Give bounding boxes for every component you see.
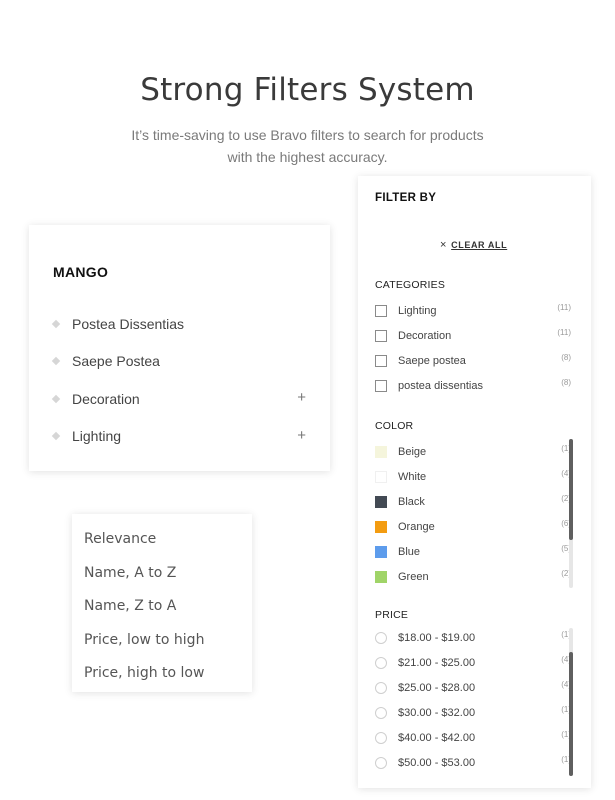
sort-option-price-desc[interactable]: Price, high to low: [84, 658, 204, 692]
category-checkbox[interactable]: [375, 304, 387, 317]
color-filter-item[interactable]: Black (2): [375, 489, 573, 514]
color-filter-label: Orange: [398, 520, 435, 533]
category-filter-item[interactable]: Saepe postea (8): [375, 348, 573, 373]
category-checkbox[interactable]: [375, 379, 387, 392]
clear-all-button[interactable]: × CLEAR ALL: [440, 239, 507, 251]
price-radio[interactable]: [375, 706, 387, 719]
price-section-title: PRICE: [375, 609, 409, 621]
category-filter-item[interactable]: Lighting (11): [375, 298, 573, 323]
category-filter-item[interactable]: Decoration (11): [375, 323, 573, 348]
color-filter-item[interactable]: Orange (6): [375, 514, 573, 539]
category-filter-count: (8): [561, 378, 571, 388]
price-filter-item[interactable]: $30.00 - $32.00 (1): [375, 700, 573, 725]
sort-option-name-desc[interactable]: Name, Z to A: [84, 591, 204, 625]
sort-option-relevance[interactable]: Relevance: [84, 524, 204, 558]
category-filter-count: (11): [557, 303, 571, 312]
price-filter-item[interactable]: $21.00 - $25.00 (4): [375, 650, 573, 675]
color-swatch[interactable]: [375, 470, 387, 483]
price-filter-label: $50.00 - $53.00: [398, 757, 476, 770]
color-filter-item[interactable]: Blue (5): [375, 539, 573, 564]
category-filter-label: Saepe postea: [398, 354, 466, 367]
price-filter-item[interactable]: $25.00 - $28.00 (4): [375, 675, 573, 700]
price-scrollbar[interactable]: [569, 628, 573, 776]
price-filter-item[interactable]: $40.00 - $42.00 (1): [375, 725, 573, 750]
color-swatch[interactable]: [375, 545, 387, 558]
color-list: Beige (1) White (4) Black (2) Orange (6)…: [375, 439, 573, 590]
color-section-title: COLOR: [375, 420, 414, 432]
category-filter-label: postea dissentias: [398, 379, 483, 392]
price-scrollbar-thumb[interactable]: [569, 651, 573, 776]
category-menu-item[interactable]: Postea Dissentias: [51, 305, 309, 343]
expand-plus-icon[interactable]: +: [297, 428, 306, 443]
page-title: Strong Filters System: [140, 72, 475, 108]
category-menu-title: MANGO: [53, 264, 109, 280]
price-filter-item[interactable]: $50.00 - $53.00 (1): [375, 750, 573, 775]
price-radio[interactable]: [375, 757, 387, 770]
color-scrollbar[interactable]: [569, 439, 573, 588]
color-filter-label: Blue: [398, 545, 421, 558]
categories-section-title: CATEGORIES: [375, 279, 446, 291]
category-filter-count: (11): [557, 328, 571, 338]
color-filter-item[interactable]: White (4): [375, 464, 573, 489]
color-swatch[interactable]: [375, 445, 387, 458]
sort-option-name-asc[interactable]: Name, A to Z: [84, 558, 204, 592]
expand-plus-icon[interactable]: +: [297, 390, 306, 405]
clear-all-label: CLEAR ALL: [451, 240, 508, 250]
bullet-diamond-icon: [51, 319, 61, 328]
price-filter-label: $30.00 - $32.00: [398, 706, 476, 719]
category-filter-label: Decoration: [398, 329, 452, 342]
price-radio[interactable]: [375, 656, 387, 669]
color-scrollbar-thumb[interactable]: [569, 439, 573, 541]
category-filter-item[interactable]: postea dissentias (8): [375, 373, 573, 398]
filter-panel: FILTER BY × CLEAR ALL CATEGORIES Lightin…: [358, 176, 591, 788]
category-menu-item[interactable]: Saepe Postea: [51, 343, 309, 381]
bullet-diamond-icon: [51, 357, 61, 366]
price-radio[interactable]: [375, 731, 387, 744]
subtitle-line-1: It’s time-saving to use Bravo filters to…: [131, 127, 484, 143]
category-menu-item-label: Decoration: [72, 390, 140, 407]
category-filter-count: (8): [561, 353, 571, 363]
category-checkbox[interactable]: [375, 354, 387, 367]
category-checkbox[interactable]: [375, 329, 387, 342]
category-menu-item[interactable]: Lighting +: [51, 418, 309, 456]
category-menu-card: MANGO Postea Dissentias Saepe Postea Dec…: [29, 225, 330, 471]
color-filter-item[interactable]: Green (2): [375, 564, 573, 589]
bullet-diamond-icon: [51, 432, 61, 441]
color-filter-label: Beige: [398, 445, 427, 458]
color-swatch[interactable]: [375, 520, 387, 533]
category-menu-item[interactable]: Decoration +: [51, 380, 309, 418]
close-icon: ×: [440, 239, 448, 251]
category-menu-item-label: Lighting: [72, 428, 122, 445]
category-menu-item-label: Saepe Postea: [72, 353, 160, 370]
categories-list: Lighting (11) Decoration (11) Saepe post…: [375, 298, 573, 398]
page-subtitle: It’s time-saving to use Bravo filters to…: [100, 124, 515, 168]
price-radio[interactable]: [375, 631, 387, 644]
price-filter-label: $21.00 - $25.00: [398, 656, 476, 669]
category-menu-list: Postea Dissentias Saepe Postea Decoratio…: [51, 305, 309, 455]
color-swatch[interactable]: [375, 571, 387, 584]
sort-option-price-asc[interactable]: Price, low to high: [84, 625, 204, 659]
subtitle-line-2: with the highest accuracy.: [227, 149, 388, 165]
price-list: $18.00 - $19.00 (1) $21.00 - $25.00 (4) …: [375, 625, 573, 776]
color-filter-label: Green: [398, 571, 429, 584]
filter-panel-title: FILTER BY: [375, 192, 437, 204]
price-filter-label: $25.00 - $28.00: [398, 681, 476, 694]
price-radio[interactable]: [375, 681, 387, 694]
color-filter-item[interactable]: Beige (1): [375, 439, 573, 464]
sort-options-list: Relevance Name, A to Z Name, Z to A Pric…: [84, 524, 204, 692]
bullet-diamond-icon: [51, 394, 61, 403]
color-swatch[interactable]: [375, 495, 387, 508]
sort-dropdown-menu: Relevance Name, A to Z Name, Z to A Pric…: [72, 514, 252, 692]
color-filter-label: White: [398, 470, 427, 483]
category-filter-label: Lighting: [398, 304, 437, 317]
category-menu-item-label: Postea Dissentias: [72, 315, 185, 332]
price-filter-item[interactable]: $18.00 - $19.00 (1): [375, 625, 573, 650]
price-filter-label: $40.00 - $42.00: [398, 731, 476, 744]
price-filter-label: $18.00 - $19.00: [398, 631, 476, 644]
color-filter-label: Black: [398, 495, 425, 508]
